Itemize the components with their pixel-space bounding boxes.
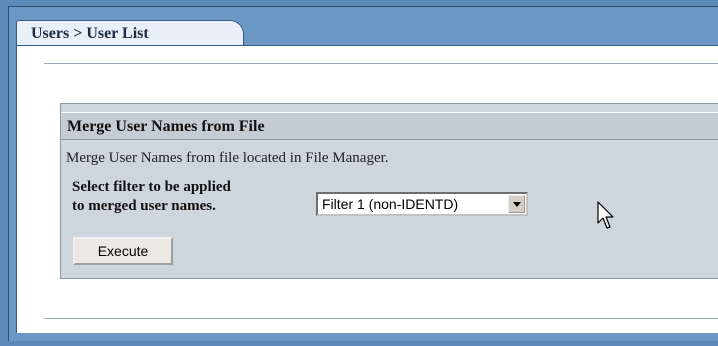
filter-select[interactable]: Filter 1 (non-IDENTD) xyxy=(316,192,528,216)
divider-bottom xyxy=(44,318,718,320)
breadcrumb: Users > User List xyxy=(31,25,149,42)
filter-select-value: Filter 1 (non-IDENTD) xyxy=(322,196,459,212)
filter-label-line2: to merged user names. xyxy=(72,198,216,214)
execute-button[interactable]: Execute xyxy=(73,237,173,265)
filter-label: Select filter to be applied to merged us… xyxy=(72,178,312,216)
breadcrumb-tab: Users > User List xyxy=(16,20,244,46)
mouse-pointer-icon xyxy=(597,201,614,229)
chevron-down-icon[interactable] xyxy=(508,195,525,213)
filter-label-line1: Select filter to be applied xyxy=(72,179,231,195)
section-title: Merge User Names from File xyxy=(61,112,718,140)
divider-top xyxy=(44,63,718,65)
section-description: Merge User Names from file located in Fi… xyxy=(66,150,389,166)
